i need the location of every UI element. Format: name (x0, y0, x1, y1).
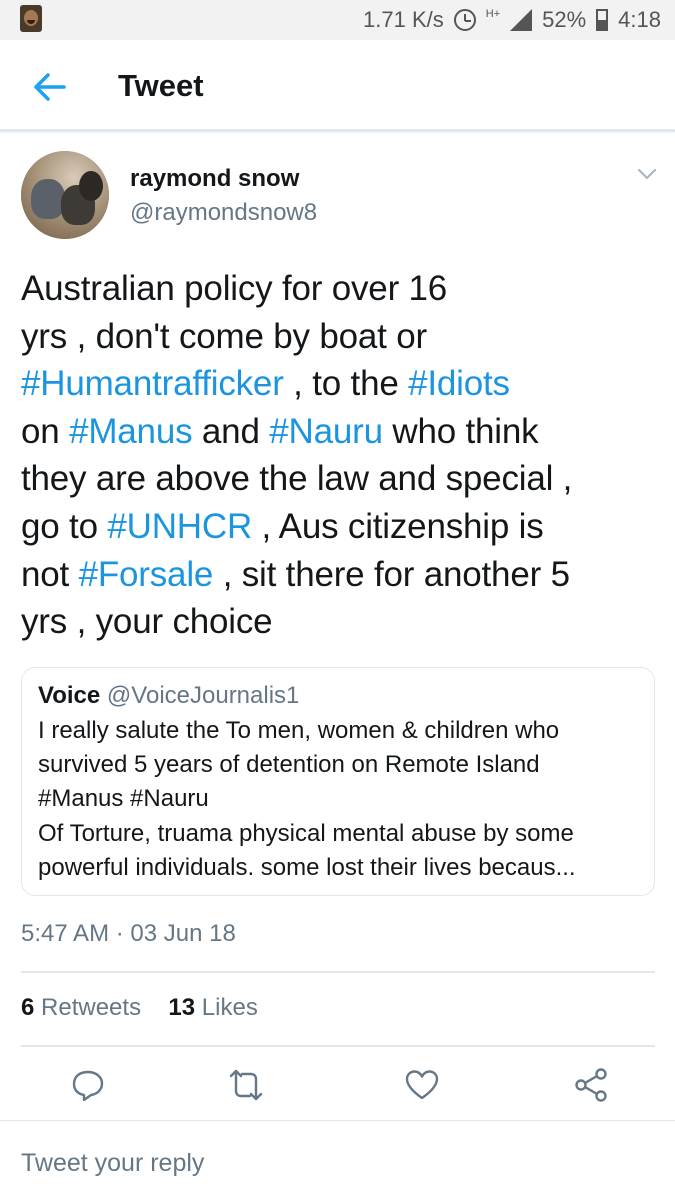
hashtag-link[interactable]: #Forsale (79, 555, 214, 594)
app-notification-icon (20, 5, 42, 32)
hashtag-link[interactable]: #Manus (69, 412, 193, 451)
divider (21, 971, 655, 973)
likes-count: 13 (168, 994, 196, 1021)
net-type: H+ (485, 8, 501, 20)
tweet-text-segment: yrs , don't come by boat or (21, 316, 427, 356)
tweet-timestamp: 5:47 AM · 03 Jun 18 (21, 920, 236, 947)
tweet-text-segment: they are above the law and special , (21, 459, 573, 499)
quoted-text-line: Of Torture, truama physical mental abuse… (38, 819, 574, 847)
tweet-text-segment: Australian policy for over 16 (21, 269, 448, 308)
tweet-text-line: yrs , your choice (21, 598, 661, 646)
chevron-down-icon[interactable] (636, 166, 658, 182)
tweet-text-segment: who think (382, 411, 539, 451)
share-button[interactable] (573, 1067, 609, 1103)
tweet-text: Australian policy for over 16 yrs , don't… (21, 265, 661, 646)
tweet-text-segment: , Aus citizenship is (252, 506, 544, 546)
top-app-bar: Tweet (0, 40, 675, 132)
likes-label: Likes (201, 994, 258, 1021)
tweet-text-segment: on (21, 411, 70, 451)
net-speed: 1.71 K/s (363, 7, 444, 32)
author-name[interactable]: raymond snow (130, 165, 299, 193)
quoted-tweet-header: Voice @VoiceJournalis1 (38, 682, 299, 710)
retweets-label: Retweets (41, 994, 142, 1021)
tweet-text-segment: , sit there for another 5 (213, 554, 570, 594)
quoted-author-handle: @VoiceJournalis1 (106, 682, 300, 709)
back-arrow-icon[interactable] (32, 72, 66, 102)
clock: 4:18 (618, 7, 661, 32)
battery-percent: 52% (542, 7, 587, 32)
author-handle[interactable]: @raymondsnow8 (130, 199, 317, 227)
like-button[interactable] (404, 1067, 440, 1103)
hashtag-link[interactable]: #Idiots (408, 364, 510, 403)
reply-input[interactable]: Tweet your reply (21, 1149, 204, 1178)
tweet-text-line: not #Forsale , sit there for another 5 (21, 551, 661, 599)
tweet-text-segment: yrs , your choice (21, 602, 273, 642)
reply-button[interactable] (70, 1067, 106, 1103)
reply-composer[interactable]: Tweet your reply (0, 1120, 675, 1200)
tweet-text-line: #Humantrafficker , to the #Idiots (21, 360, 661, 408)
hashtag-link[interactable]: #Nauru (269, 412, 383, 451)
status-bar: 1.71 K/s H+ 52% 4:18 (0, 0, 675, 40)
like-icon (405, 1070, 439, 1100)
tweet-text-line: yrs , don't come by boat or (21, 313, 661, 361)
quoted-text-line: I really salute the To men, women & chil… (38, 717, 560, 744)
quoted-text-line: powerful individuals. some lost their li… (38, 853, 576, 881)
quoted-author-name: Voice (38, 682, 101, 709)
tweet-text-segment: , to the (283, 364, 409, 404)
retweets-count: 6 (21, 994, 35, 1021)
quoted-tweet[interactable]: Voice @VoiceJournalis1 I really salute t… (21, 667, 655, 896)
status-bar-right: 1.71 K/s H+ 52% 4:18 (363, 0, 661, 40)
tweet-text-line: on #Manus and #Nauru who think (21, 408, 661, 456)
share-icon (575, 1068, 607, 1102)
page-title: Tweet (118, 68, 204, 103)
engagement-stats: 6 Retweets 13 Likes (21, 994, 258, 1022)
reply-icon (72, 1070, 104, 1102)
tweet-text-line: go to #UNHCR , Aus citizenship is (21, 503, 661, 551)
tweet-text-line: they are above the law and special , (21, 455, 661, 503)
tweet-text-segment: not (21, 554, 79, 594)
quoted-text-line: #Manus #Nauru (38, 785, 209, 813)
divider (21, 1045, 655, 1047)
signal-icon (510, 9, 533, 31)
likes-stat[interactable]: 13 Likes (168, 994, 257, 1021)
retweets-stat[interactable]: 6 Retweets (21, 994, 148, 1021)
tweet-text-segment: and (192, 411, 270, 451)
alarm-icon (453, 9, 476, 31)
tweet-text-line: Australian policy for over 16 (21, 265, 661, 313)
avatar[interactable] (21, 151, 109, 239)
tweet-text-segment: go to (21, 506, 108, 546)
battery-icon (596, 9, 609, 31)
quoted-tweet-text: I really salute the To men, women & chil… (38, 714, 648, 885)
quoted-text-line: survived 5 years of detention on Remote … (38, 751, 540, 779)
hashtag-link[interactable]: #UNHCR (107, 507, 252, 546)
retweet-button[interactable] (228, 1067, 264, 1103)
retweet-icon (229, 1069, 263, 1101)
hashtag-link[interactable]: #Humantrafficker (21, 364, 284, 403)
